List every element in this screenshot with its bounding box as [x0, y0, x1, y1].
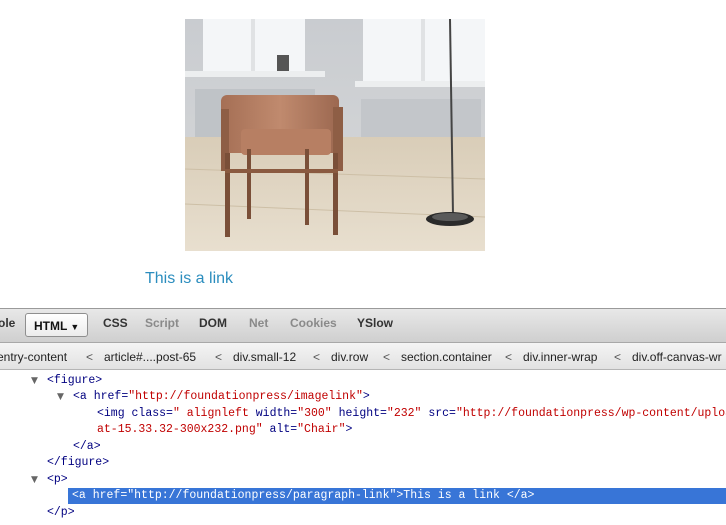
attr-value[interactable]: at-15.33.32-300x232.png": [97, 423, 263, 436]
tree-node-a[interactable]: ▼ <a href="http://foundationpress/imagel…: [0, 389, 726, 405]
tab-cookies[interactable]: Cookies: [290, 316, 337, 330]
devtools-tab-bar: ole HTML ▼ CSS Script DOM Net Cookies YSl…: [0, 309, 726, 343]
breadcrumb-separator: <: [505, 350, 513, 364]
breadcrumb-item[interactable]: div.row: [331, 350, 368, 364]
attr-value[interactable]: "http://foundationpress/paragraph-link": [127, 489, 396, 502]
tab-yslow[interactable]: YSlow: [357, 316, 393, 330]
tag-text: at-15.33.32-300x232.png" alt="Chair">: [97, 422, 352, 438]
breadcrumb-item[interactable]: article#....post-65: [104, 350, 196, 364]
attr-value[interactable]: "http://foundationpress/wp-content/uploa…: [456, 407, 726, 420]
tree-node-p[interactable]: ▼ <p>: [0, 472, 726, 488]
attr-name: href=: [93, 390, 129, 403]
breadcrumb-item[interactable]: entry-content: [0, 350, 67, 364]
tree-node-a-close: </a>: [0, 439, 726, 455]
attr-name: width=: [255, 407, 298, 420]
breadcrumb-item[interactable]: div.off-canvas-wr: [632, 350, 722, 364]
tag-text: <p>: [47, 473, 68, 486]
tab-html[interactable]: HTML ▼: [25, 313, 89, 337]
tag-bracket: >: [345, 423, 353, 436]
attr-name: alt=: [269, 423, 298, 436]
tag-text: <a href="http://foundationpress/paragrap…: [72, 488, 534, 504]
breadcrumb-separator: <: [86, 350, 94, 364]
tag-text: <figure>: [47, 374, 103, 387]
devtools-panel: ole HTML ▼ CSS Script DOM Net Cookies YSl…: [0, 308, 726, 525]
node-text[interactable]: This is a link: [403, 489, 500, 502]
tree-node-figure[interactable]: ▼ <figure>: [0, 373, 726, 389]
tree-node-selected-a[interactable]: <a href="http://foundationpress/paragrap…: [0, 488, 726, 504]
tag-text: </figure>: [47, 456, 110, 469]
breadcrumb-item[interactable]: div.inner-wrap: [523, 350, 597, 364]
tree-node-img[interactable]: <img class=" alignleft width="300" heigh…: [0, 406, 726, 422]
tag-name: <a: [72, 489, 86, 502]
attr-name: href=: [92, 489, 128, 502]
tab-script[interactable]: Script: [145, 316, 179, 330]
attr-value[interactable]: "http://foundationpress/imagelink": [128, 390, 363, 403]
breadcrumb-separator: <: [215, 350, 223, 364]
chair-image: [185, 19, 485, 251]
breadcrumb-item[interactable]: div.small-12: [233, 350, 296, 364]
tree-node-p-close: </p>: [0, 505, 726, 521]
tab-net[interactable]: Net: [249, 316, 268, 330]
attr-name: height=: [338, 407, 387, 420]
tag-text: </a>: [73, 440, 101, 453]
tag-text: <img class=" alignleft width="300" heigh…: [97, 406, 726, 422]
tree-node-figure-close: </figure>: [0, 455, 726, 471]
tree-node-img-cont: at-15.33.32-300x232.png" alt="Chair">: [0, 422, 726, 438]
attr-value[interactable]: "232": [387, 407, 422, 420]
breadcrumb-separator: <: [614, 350, 622, 364]
expand-triangle-icon[interactable]: ▼: [31, 373, 38, 389]
tag-name: <a: [73, 390, 87, 403]
chevron-down-icon[interactable]: ▼: [70, 322, 79, 332]
tab-console[interactable]: ole: [0, 316, 15, 330]
tag-text: </p>: [47, 506, 75, 519]
chair-photo-graphic: [185, 19, 485, 251]
attr-value[interactable]: " alignleft: [173, 407, 249, 420]
tag-name: </a>: [506, 489, 535, 502]
tab-html-label: HTML: [34, 319, 68, 333]
tag-bracket: >: [362, 390, 370, 403]
expand-triangle-icon[interactable]: ▼: [57, 389, 64, 405]
tag-name: <img: [97, 407, 125, 420]
tag-text: <a href="http://foundationpress/imagelin…: [73, 389, 370, 405]
breadcrumb-separator: <: [313, 350, 321, 364]
attr-value[interactable]: "Chair": [297, 423, 345, 436]
attr-value[interactable]: "300": [297, 407, 332, 420]
tab-dom[interactable]: DOM: [199, 316, 227, 330]
breadcrumb-separator: <: [383, 350, 391, 364]
expand-triangle-icon[interactable]: ▼: [31, 472, 38, 488]
html-tree: ▼ <figure> ▼ <a href="http://foundationp…: [0, 370, 726, 525]
attr-name: src=: [428, 407, 456, 420]
breadcrumb: entry-content < article#....post-65 < di…: [0, 343, 726, 370]
attr-name: class=: [131, 407, 173, 420]
tab-css[interactable]: CSS: [103, 316, 128, 330]
breadcrumb-item[interactable]: section.container: [401, 350, 492, 364]
paragraph-link[interactable]: This is a link: [145, 270, 233, 288]
